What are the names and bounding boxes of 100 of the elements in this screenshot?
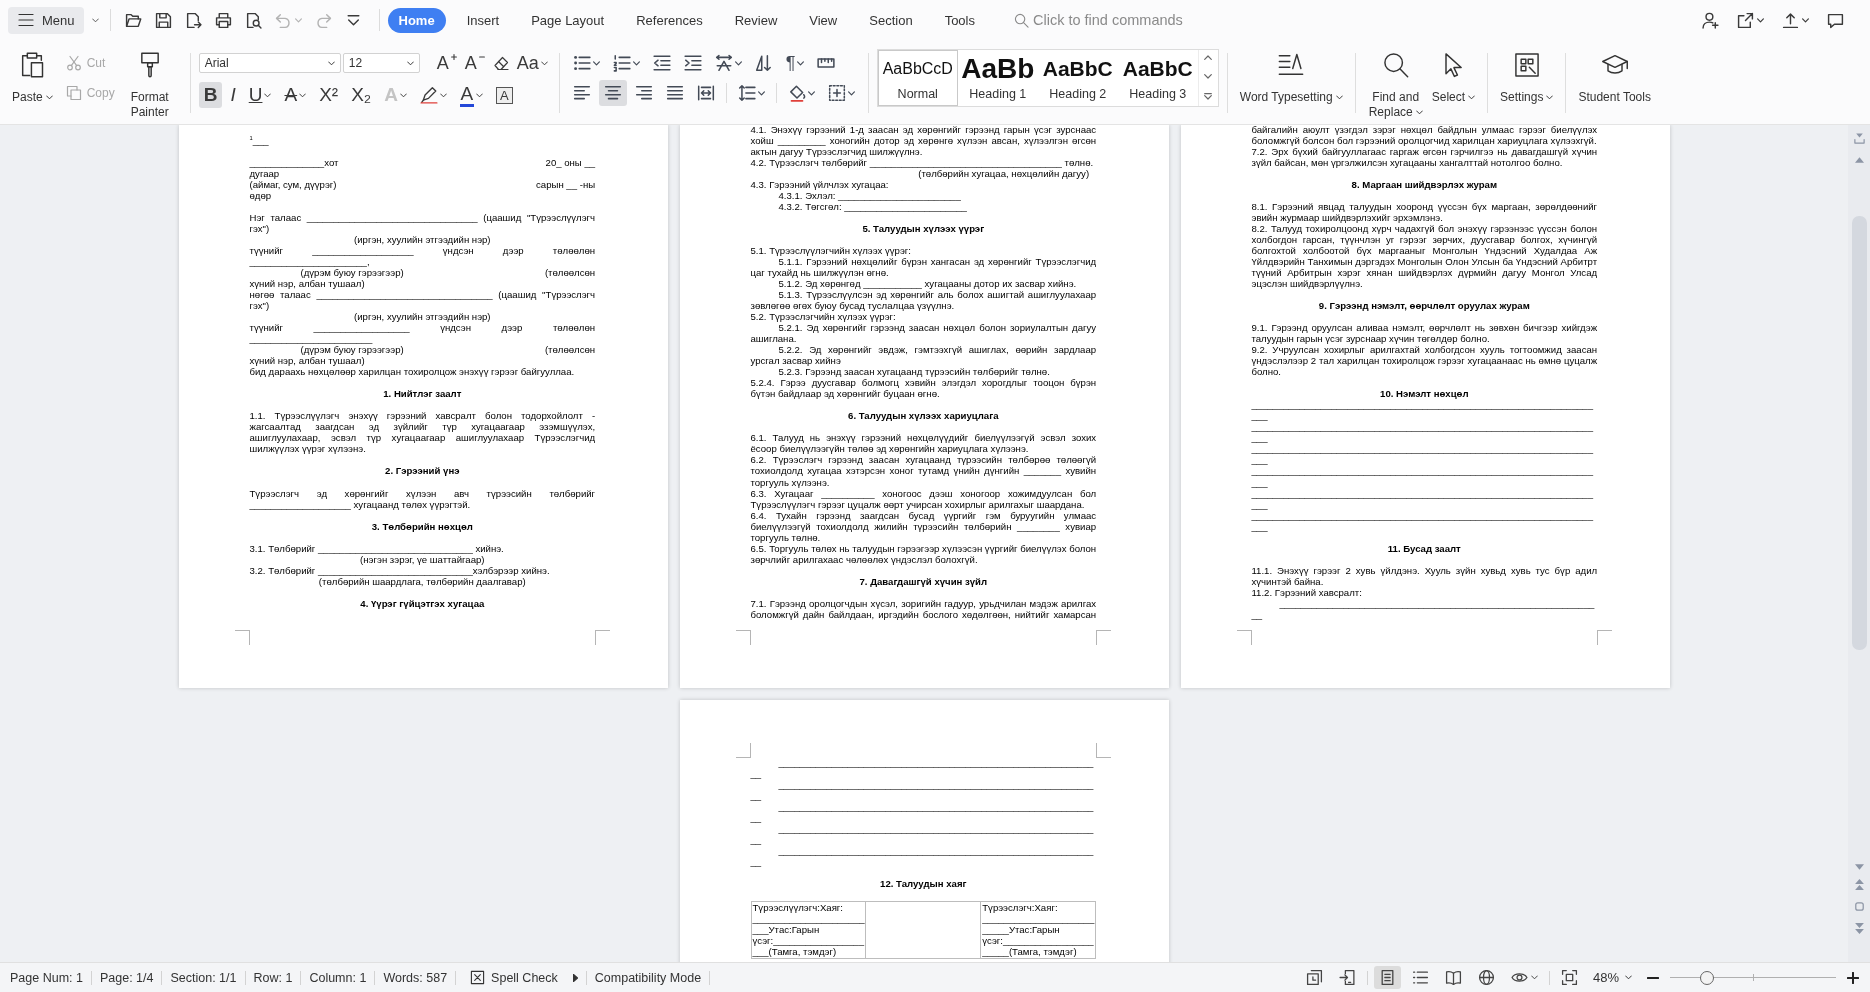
student-tools-button[interactable]: Student Tools (1574, 49, 1655, 107)
status-text: Compatibility Mode (593, 970, 703, 985)
line-spacing-icon (737, 84, 756, 102)
highlighter-icon (419, 86, 438, 104)
fill-in-line: ___________________________________________________________________ (1251, 488, 1594, 511)
superscript-button[interactable]: X² (314, 82, 344, 108)
scissors-icon (65, 55, 82, 71)
fill-in-line: _____________________________________________________________ (750, 779, 1095, 802)
body-text: 7.2. Эрх бүхий байгууллагаас гаргаж өгсөн гэрчилгээ нь давагдашгүй хүчин зүйл байсан, мөн үргэлжилсэн хугацааны хангалттай нотолгоо болно. (1251, 147, 1598, 170)
menu-tab[interactable]: View (794, 7, 853, 33)
body-text: 5.1.2. Эд хөрөнгөд ___________ хугацааны дотор их засвар хийнэ. (777, 279, 1078, 291)
character-border-button[interactable]: A (490, 82, 518, 108)
section-heading: 7. Давагдашгүй хүчин зүйл (858, 576, 989, 588)
caret-icon[interactable] (91, 17, 99, 23)
caret-down-icon[interactable] (1204, 74, 1213, 79)
body-text: 3.2. Төлбөрийг _____________________________хэлбэрээр хийнэ. (249, 565, 551, 577)
bulleted-list-icon (572, 54, 591, 72)
menu-tab[interactable]: Insert (451, 7, 515, 33)
plus-icon (1847, 971, 1859, 984)
fill-in-line: ___________________________________________________________________ (1251, 400, 1594, 423)
minus-icon (1647, 976, 1659, 979)
menu-tab[interactable]: Tools (929, 7, 990, 33)
align-center-button[interactable] (598, 80, 627, 106)
body-text: 11.1. Энэхүү гэрээг 2 хувь үйлдэнэ. Хууль зүйн хувьд хувь тус бүр адил хүчинтэй байна. (1251, 565, 1598, 588)
menu-tab[interactable]: References (621, 7, 718, 33)
style-option[interactable]: AaBbCcD Normal (877, 50, 958, 106)
word-typesetting-button[interactable]: Word Typesetting (1235, 49, 1347, 107)
status-text: Page: 1/4 (98, 970, 155, 985)
search-icon (1381, 51, 1410, 79)
caret-icon (406, 60, 414, 66)
find-and-replace-button[interactable]: Find and Replace (1363, 49, 1428, 122)
document-arrow-icon (184, 11, 202, 29)
phone-arrow-icon (1338, 969, 1356, 986)
margin-corner-mark (1096, 630, 1112, 646)
caret-icon[interactable] (1204, 93, 1213, 100)
paint-bucket-icon (787, 84, 806, 102)
strikethrough-button[interactable]: A (279, 82, 312, 108)
body-text: бид дараахь нөхцөлөөр харилцан тохиролцож энэхүү гэрээг байгууллаа. (249, 367, 576, 379)
footnote-mark: $^{1}$___ (249, 136, 270, 148)
menu-tab[interactable]: Review (719, 7, 793, 33)
subscript-button[interactable]: X₂ (346, 82, 377, 108)
body-text: 5.2. Түрээслэгчийн хүлээх үүрэг: (750, 312, 897, 324)
style-option[interactable]: AaBbC Heading 3 (1117, 50, 1198, 106)
italic-button[interactable]: I (225, 82, 241, 108)
comment-icon (1827, 11, 1844, 29)
justify-icon (665, 84, 684, 102)
body-text: нөгөө талаас _________________________________ (цаашид "Түрээслэгч гэх") (249, 290, 596, 313)
menu-tab[interactable]: Page Layout (516, 7, 620, 33)
sort-icon (754, 54, 773, 72)
body-text: 6.4. Тухайн гэрээнд заагдсан бусад үүргийг гэм буруугийн улмаас биелүүлээгүй тохиолдолд жилийн түрээсийн төлбөрийн ________ хувиар торгууль төлнө. (750, 510, 1097, 544)
align-center-icon (603, 84, 622, 102)
page-view-button[interactable] (1373, 966, 1401, 989)
spell-check-button[interactable]: Spell Check (456, 968, 586, 987)
fill-in-line: _____________________________________________________________ (750, 801, 1095, 824)
section-heading: 10. Нэмэлт нөхцөл (1379, 389, 1470, 401)
section-heading: 6. Талуудын хүлээх хариуцлага (847, 411, 1000, 423)
fill-in-line: _____________________________________________________________ (750, 845, 1095, 868)
margin-corner-mark (735, 630, 751, 646)
show-marks-button[interactable]: ¶ (780, 50, 810, 76)
body-text: 4.3.1. Эхлэл: _______________________ (777, 191, 962, 203)
body-text: дугаар (249, 169, 281, 181)
field-caption: хүний нэр, албан тушаал) (249, 356, 366, 368)
change-case-button[interactable]: Aa (513, 51, 551, 75)
format-painter-button[interactable]: Format Painter (117, 49, 182, 122)
slider-thumb[interactable] (1699, 970, 1714, 985)
fill-in-line: _____________________________________________________________ (1251, 598, 1596, 621)
underline-button[interactable]: U (243, 82, 277, 108)
section-heading: 11. Бусад заалт (1386, 543, 1462, 555)
zoom-level-button[interactable]: 48% (1588, 968, 1636, 987)
fill-in-line: _____________________________________________________________ (750, 823, 1095, 846)
font-size-field[interactable]: 12 (342, 53, 420, 73)
document-clock-icon (1305, 969, 1323, 986)
menu-button[interactable]: Menu (8, 6, 84, 34)
shrink-font-button[interactable]: A (461, 51, 488, 75)
section-heading: 5. Талуудын хүлээх үүрэг (861, 224, 986, 236)
grow-font-button[interactable]: A (433, 51, 460, 75)
style-option[interactable]: AaBbC Heading 2 (1037, 50, 1118, 106)
redo-icon (314, 11, 332, 29)
body-text: 8.2. Талууд тохиролцоонд хүрч чадахгүй бол энэхүү гэрээнээс үүссэн болон холбогдон гарсан, түүнчлэн уг гэрээг зөрчих, дуусгавар болгох, хүчингүй болгохтой холбоотой бүх маргааныг Монголын Үндэсний Худалдаа Аж Үйлдвэрийн Танхимын дэргэдэх Монголын Олон Улсын ба Үндэсний Арбитрт түүний Арбитрын хэрэг хянан шийдвэрлэх дүрмийн дагуу Монгол Улсад эцэслэн шийдвэрлүүлнэ. (1251, 224, 1598, 291)
zoom-slider[interactable] (1670, 970, 1836, 985)
body-text: (аймаг, сум, дүүрэг) (249, 180, 337, 192)
menu-tab[interactable]: Section (854, 7, 928, 33)
font-name-field[interactable]: Arial (198, 53, 341, 73)
settings-button[interactable]: Settings (1496, 49, 1558, 107)
bold-button[interactable]: B (198, 82, 223, 108)
numbered-list-icon (612, 54, 631, 72)
font-color-button[interactable]: A (454, 82, 488, 108)
book-icon (1444, 969, 1462, 986)
align-left-icon (572, 84, 591, 102)
fill-in-line: ___________________________________________________________________ (1251, 422, 1594, 445)
menu-tab[interactable]: Home (387, 7, 446, 33)
search-field[interactable]: Click to find commands (1033, 10, 1213, 30)
select-button[interactable]: Select (1427, 49, 1480, 107)
style-option[interactable]: AaBb Heading 1 (957, 50, 1038, 106)
body-text: сарын __ -ны (536, 180, 596, 192)
body-text: 4.3. Гэрээний үйлчлэх хугацаа: (750, 180, 890, 192)
caret-up-icon[interactable] (1204, 55, 1213, 60)
paste-button[interactable]: Paste (8, 49, 57, 107)
status-text: Section: 1/1 (169, 970, 238, 985)
body-text: 6.1. Талууд нь энэхүү гэрээний нөхцөлүүдийг биелүүлээгүй эсвэл зохих ёсоор биелүүлээгүйн төлөө эд хөрөнгийн хариуцлага хүлээнэ. (750, 433, 1097, 456)
